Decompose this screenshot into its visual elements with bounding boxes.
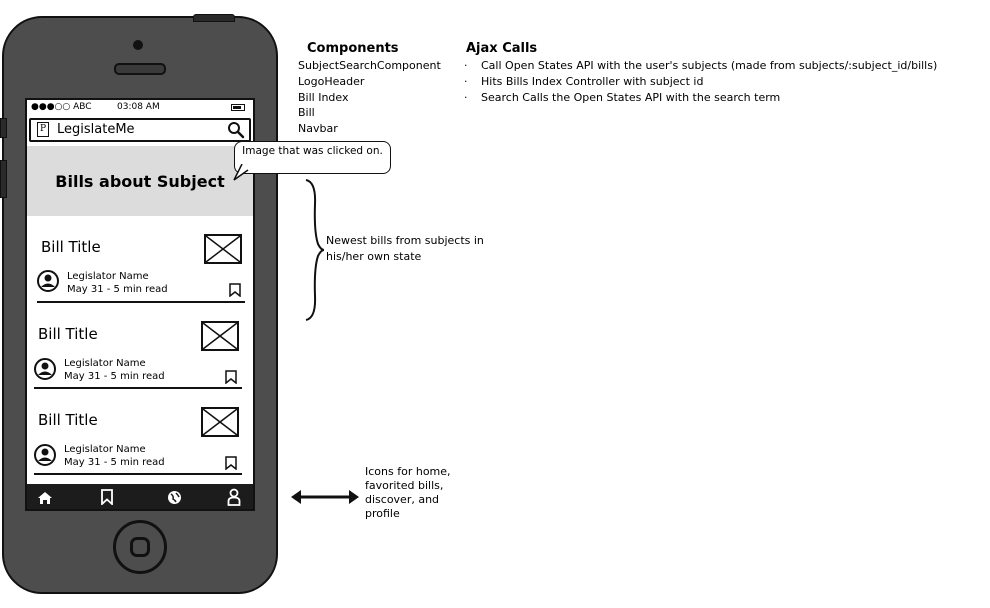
avatar [37,270,59,292]
ajax-heading: Ajax Calls [466,41,538,56]
navbar [27,484,253,509]
ajax-item: Call Open States API with the user's sub… [481,59,938,72]
bookmark-icon[interactable] [101,489,113,509]
home-button-square [130,537,150,557]
battery-icon [231,104,245,111]
bookmark-icon[interactable] [225,455,237,471]
curly-brace [305,179,325,321]
subject-banner[interactable]: Bills about Subject [27,146,253,216]
phone-camera [133,40,143,50]
ajax-item: Hits Bills Index Controller with subject… [481,75,704,88]
component-item: LogoHeader [298,75,365,88]
components-heading: Components [307,41,399,56]
bill-title[interactable]: Bill Title [38,411,98,429]
banner-title: Bills about Subject [55,172,225,191]
bill-image[interactable] [204,234,242,264]
bill-divider [34,473,242,475]
callout-pointer [233,164,249,181]
logo-icon: P [37,122,49,137]
bill-image[interactable] [201,321,239,351]
phone-side-button-top [193,14,235,22]
status-bar: ●●●○○ ABC 03:08 AM [27,100,253,116]
ajax-item: Search Calls the Open States API with th… [481,91,781,104]
bill-divider [34,387,242,389]
bill-title[interactable]: Bill Title [38,325,98,343]
app-title: LegislateMe [57,122,135,137]
newest-bills-note: Newest bills from subjects in his/her ow… [326,234,484,263]
component-item: Bill [298,106,315,119]
home-icon[interactable] [37,490,53,509]
status-time: 03:08 AM [117,102,160,112]
phone-volume-button [0,160,7,198]
legislator-name: Legislator Name [67,271,149,282]
bill-title[interactable]: Bill Title [41,238,101,256]
bill-meta: May 31 - 5 min read [64,371,165,382]
ajax-bullet: · [464,91,468,104]
component-item: Navbar [298,122,338,135]
ajax-bullet: · [464,75,468,88]
legislator-name: Legislator Name [64,358,146,369]
globe-icon[interactable] [167,490,182,509]
bill-divider [37,301,245,303]
bill-image[interactable] [201,407,239,437]
component-item: SubjectSearchComponent [298,59,441,72]
signal-indicator: ●●●○○ ABC [31,102,92,112]
phone-speaker [114,63,166,75]
bookmark-icon[interactable] [229,282,241,298]
phone-screen: ●●●○○ ABC 03:08 AM P LegislateMe Bills a… [25,98,255,511]
double-arrow-icon [291,490,359,504]
image-callout: Image that was clicked on. [234,141,391,174]
legislator-name: Legislator Name [64,444,146,455]
bill-meta: May 31 - 5 min read [64,457,165,468]
logo-header: P LegislateMe [29,118,251,142]
user-icon[interactable] [227,488,241,509]
phone-side-button-left [0,118,7,138]
search-icon[interactable] [227,121,245,143]
component-item: Bill Index [298,91,349,104]
avatar [34,358,56,380]
bookmark-icon[interactable] [225,369,237,385]
phone-home-button[interactable] [113,520,167,574]
bill-meta: May 31 - 5 min read [67,284,168,295]
ajax-bullet: · [464,59,468,72]
avatar [34,444,56,466]
icons-note: Icons for home, favorited bills, discove… [365,465,451,520]
